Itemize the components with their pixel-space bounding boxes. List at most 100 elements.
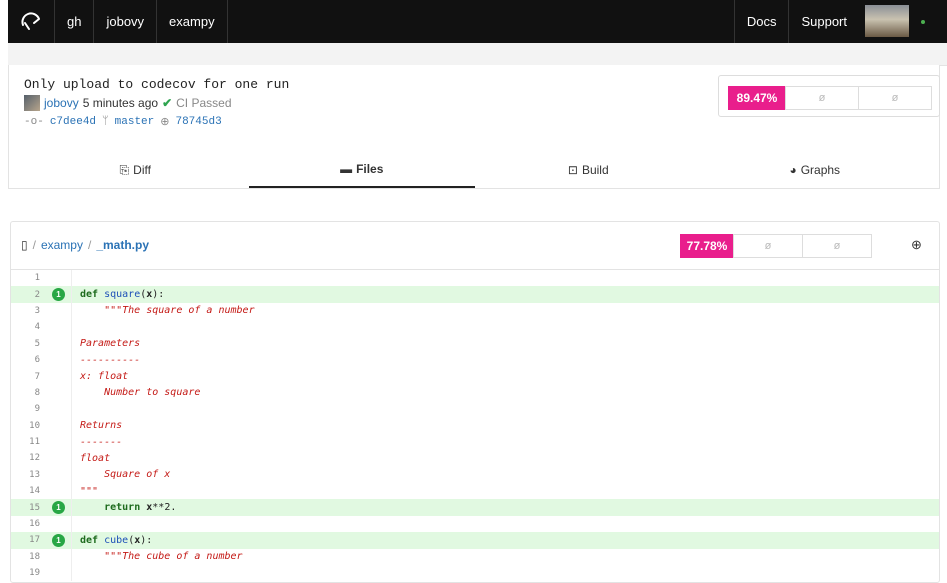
coverage-gutter — [46, 302, 72, 320]
code-line: 15 1 return x**2. — [11, 499, 939, 516]
line-number[interactable]: 1 — [11, 273, 46, 283]
nav-support[interactable]: Support — [788, 0, 859, 43]
line-number[interactable]: 9 — [11, 404, 46, 414]
breadcrumb-repo[interactable]: exampy — [41, 238, 83, 252]
check-icon: ✔ — [162, 96, 173, 110]
nav-repo[interactable]: exampy — [157, 0, 228, 43]
sub-header-bar — [8, 43, 947, 66]
file-coverage-percent: 77.78% — [680, 234, 734, 258]
top-navbar: gh jobovy exampy Docs Support — [8, 0, 947, 43]
code-line: 9 — [11, 401, 939, 418]
nav-docs[interactable]: Docs — [733, 0, 789, 43]
file-header: ▯ / exampy / _math.py 77.78% ø ø ⊕ — [11, 222, 939, 270]
file-viewer: ▯ / exampy / _math.py 77.78% ø ø ⊕ 1 2 1 de… — [10, 221, 940, 583]
coverage-gutter: 1 — [46, 499, 72, 516]
line-number[interactable]: 6 — [11, 355, 46, 365]
line-number[interactable]: 4 — [11, 322, 46, 332]
source-code: Returns — [80, 420, 123, 432]
coverage-gutter — [46, 319, 72, 336]
commit-coverage-box: 89.47% ø ø — [718, 75, 940, 117]
line-number[interactable]: 13 — [11, 470, 46, 480]
coverage-gutter — [46, 417, 72, 434]
tab-graphs-label: Graphs — [800, 163, 841, 177]
commit-refs: -o- c7dee4d ᛘ master ⊕ 78745d3 — [24, 115, 222, 129]
tab-graphs[interactable]: ◕ Graphs — [702, 152, 929, 188]
commit-sha[interactable]: c7dee4d — [50, 116, 96, 128]
tab-files[interactable]: ▬ Files — [248, 152, 475, 188]
line-number[interactable]: 15 — [11, 503, 46, 513]
author-avatar — [24, 95, 40, 111]
code-line: 10 Returns — [11, 417, 939, 434]
code-line: 16 — [11, 515, 939, 533]
repo-book-icon: ▯ — [21, 238, 28, 252]
line-number[interactable]: 3 — [11, 306, 46, 316]
commit-coverage-change: ø — [858, 86, 932, 110]
commit-patch-coverage: ø — [785, 86, 859, 110]
settings-icon[interactable]: ⊕ — [911, 237, 922, 253]
coverage-gutter — [46, 384, 72, 402]
line-number[interactable]: 10 — [11, 421, 46, 431]
code-line: 17 1 def cube(x): — [11, 532, 939, 549]
code-line: 7 x: float — [11, 368, 939, 385]
tab-files-label: Files — [356, 162, 384, 176]
line-number[interactable]: 5 — [11, 339, 46, 349]
coverage-gutter — [46, 483, 72, 500]
breadcrumb-separator: / — [32, 238, 36, 252]
coverage-gutter — [46, 270, 72, 287]
coverage-gutter — [46, 565, 72, 582]
breadcrumb-file: _math.py — [96, 238, 150, 252]
branch-name[interactable]: master — [115, 116, 155, 128]
build-icon: ⊡ — [567, 163, 578, 177]
file-coverage-change: ø — [802, 234, 872, 258]
source-code: """The square of a number — [80, 305, 255, 317]
code-listing: 1 2 1 def square(x): 3 """The square of a nu… — [11, 270, 939, 582]
source-code: ---------- — [80, 354, 141, 366]
nav-gh[interactable]: gh — [55, 0, 95, 43]
coverage-gutter — [46, 450, 72, 467]
code-line: 12 float — [11, 450, 939, 467]
line-number[interactable]: 11 — [11, 437, 46, 447]
line-number[interactable]: 7 — [11, 372, 46, 382]
source-code: Parameters — [80, 338, 141, 350]
codecov-logo-icon[interactable] — [8, 0, 55, 43]
code-line: 6 ---------- — [11, 351, 939, 369]
source-code: Number to square — [80, 387, 201, 399]
commit-meta: jobovy 5 minutes ago ✔ CI Passed — [24, 95, 232, 111]
line-number[interactable]: 12 — [11, 453, 46, 463]
coverage-gutter — [46, 515, 72, 533]
code-line: 5 Parameters — [11, 335, 939, 352]
source-code: def square(x): — [80, 289, 165, 301]
branch-icon: ᛘ — [102, 116, 109, 128]
line-number[interactable]: 17 — [11, 535, 46, 545]
commit-author[interactable]: jobovy — [44, 96, 79, 110]
line-number[interactable]: 18 — [11, 552, 46, 562]
source-code: return x**2. — [104, 502, 177, 514]
user-avatar[interactable] — [865, 5, 909, 37]
parent-sha[interactable]: 78745d3 — [175, 116, 221, 128]
line-number[interactable]: 16 — [11, 519, 46, 529]
commit-icon: -o- — [24, 116, 44, 128]
line-number[interactable]: 2 — [11, 290, 46, 300]
code-line: 2 1 def square(x): — [11, 286, 939, 303]
tab-build[interactable]: ⊡ Build — [475, 152, 702, 188]
coverage-gutter — [46, 548, 72, 566]
coverage-gutter: 1 — [46, 532, 72, 549]
nav-owner[interactable]: jobovy — [94, 0, 158, 43]
coverage-gutter — [46, 433, 72, 451]
source-code: """The cube of a number — [80, 551, 243, 563]
tab-diff[interactable]: ⎘ Diff — [22, 152, 249, 188]
source-code: def cube(x): — [80, 534, 153, 546]
line-number[interactable]: 14 — [11, 486, 46, 496]
code-line: 13 Square of x — [11, 466, 939, 484]
commit-time: 5 minutes ago — [82, 96, 159, 110]
line-number[interactable]: 19 — [11, 568, 46, 578]
file-coverage-bar: 77.78% ø ø — [680, 234, 872, 258]
coverage-gutter — [46, 466, 72, 484]
code-line: 8 Number to square — [11, 384, 939, 402]
code-line: 1 — [11, 270, 939, 287]
parent-commit-icon: ⊕ — [160, 117, 170, 129]
code-line: 11 ------- — [11, 433, 939, 451]
line-number[interactable]: 8 — [11, 388, 46, 398]
source-code: ------- — [80, 436, 123, 448]
